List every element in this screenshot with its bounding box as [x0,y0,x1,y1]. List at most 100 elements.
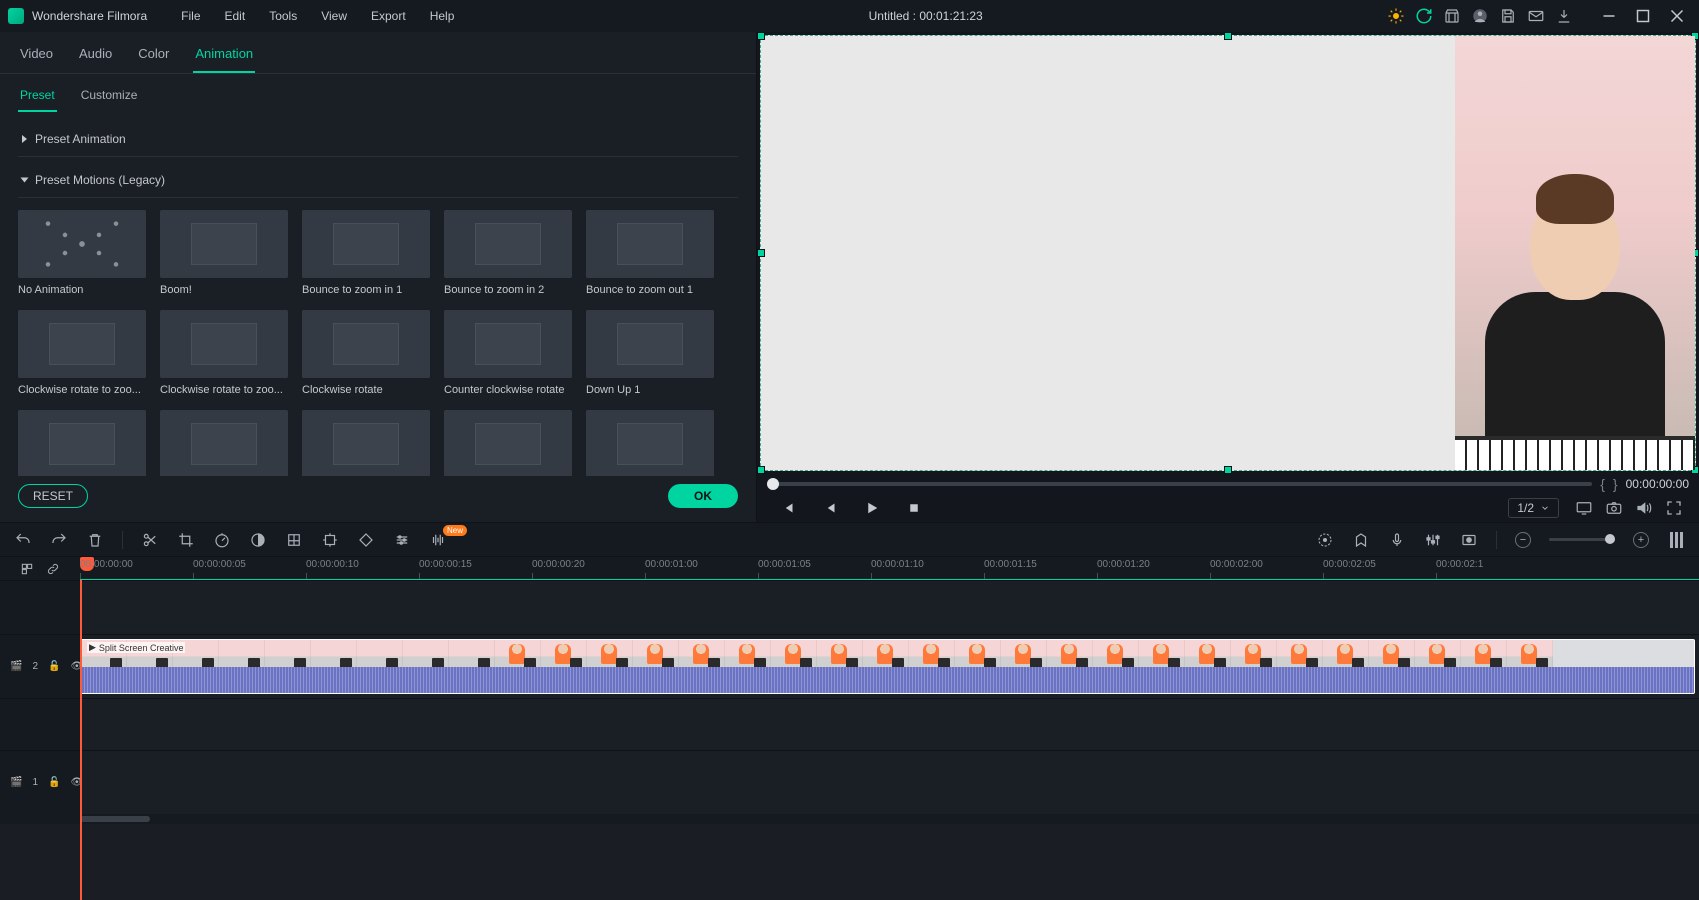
link-icon[interactable] [46,562,60,576]
preset-item[interactable]: Clockwise rotate to zoo... [160,310,288,396]
resize-handle-icon[interactable] [757,249,765,257]
animation-subtabs: Preset Customize [0,74,756,112]
split-icon[interactable] [141,531,159,549]
tab-video[interactable]: Video [18,42,55,73]
ok-button[interactable]: OK [668,484,738,508]
menu-view[interactable]: View [311,5,357,27]
preset-item[interactable]: No Animation [18,210,146,296]
preset-item[interactable]: Clockwise rotate [302,310,430,396]
ruler-tick: 00:00:00:10 [306,559,359,570]
preset-item[interactable]: Fade Slide 4 [586,410,714,476]
scrub-slider[interactable] [767,482,1592,486]
voiceover-icon[interactable] [1388,531,1406,549]
display-icon[interactable] [1575,499,1593,517]
store-icon[interactable] [1443,7,1461,25]
marker-icon[interactable] [1352,531,1370,549]
keyframe-icon[interactable] [357,531,375,549]
track-options-icon[interactable] [20,562,34,576]
preset-item[interactable]: Down Up 2 [18,410,146,476]
window-maximize-button[interactable] [1629,5,1657,27]
download-icon[interactable] [1555,7,1573,25]
adjust-icon[interactable] [393,531,411,549]
subtab-preset[interactable]: Preset [18,86,57,112]
preset-item[interactable]: Down Up 1 [586,310,714,396]
tab-color[interactable]: Color [136,42,171,73]
preview-content [1455,36,1695,470]
preset-label: Clockwise rotate to zoo... [18,384,146,396]
reset-button[interactable]: RESET [18,484,88,508]
stop-button[interactable] [905,499,923,517]
crop-icon[interactable] [177,531,195,549]
preset-item[interactable]: Bounce to zoom out 1 [586,210,714,296]
track-manager-icon[interactable] [1667,531,1685,549]
resize-handle-icon[interactable] [757,32,765,40]
preset-item[interactable]: Boom! [160,210,288,296]
green-screen-icon[interactable] [285,531,303,549]
menu-help[interactable]: Help [420,5,465,27]
play-backward-button[interactable] [821,499,839,517]
undo-icon[interactable] [14,531,32,549]
lock-icon[interactable]: 🔓 [48,777,60,788]
preset-item[interactable]: Fade Slide 2 [302,410,430,476]
record-icon[interactable] [1460,531,1478,549]
chevron-right-icon [22,135,27,143]
resize-handle-icon[interactable] [1224,32,1232,40]
menu-export[interactable]: Export [361,5,416,27]
audio-mixer-icon[interactable] [1424,531,1442,549]
timeline-ruler[interactable]: 00:00:00:0000:00:00:0500:00:00:1000:00:0… [0,556,1699,580]
tab-audio[interactable]: Audio [77,42,114,73]
zoom-in-button[interactable]: + [1633,532,1649,548]
mark-in-icon[interactable]: { [1600,476,1605,492]
resize-handle-icon[interactable] [757,466,765,474]
menu-edit[interactable]: Edit [215,5,256,27]
preset-item[interactable]: Clockwise rotate to zoo... [18,310,146,396]
preview-canvas[interactable] [760,35,1696,471]
preset-item[interactable]: Counter clockwise rotate [444,310,572,396]
zoom-out-button[interactable]: − [1515,532,1531,548]
mark-out-icon[interactable]: } [1613,476,1618,492]
preset-item[interactable]: Bounce to zoom in 1 [302,210,430,296]
audio-stretch-icon[interactable]: New [429,531,447,549]
ruler-tick: 00:00:01:15 [984,559,1037,570]
preset-item[interactable]: Fade Slide 1 [160,410,288,476]
preview-quality-select[interactable]: 1/2 [1508,498,1559,518]
preset-thumb [586,310,714,378]
tab-animation[interactable]: Animation [193,42,255,73]
ruler-tick: 00:00:00:00 [80,559,133,570]
section-preset-motions[interactable]: Preset Motions (Legacy) [18,163,738,198]
speed-icon[interactable] [213,531,231,549]
account-avatar-icon[interactable] [1471,7,1489,25]
section-preset-animation[interactable]: Preset Animation [18,122,738,157]
track-body[interactable]: ▶ Split Screen Creative [80,635,1699,698]
app-name: Wondershare Filmora [32,9,147,23]
zoom-slider[interactable] [1549,538,1615,541]
redo-icon[interactable] [50,531,68,549]
subtab-customize[interactable]: Customize [79,86,140,112]
timeline-clip[interactable]: ▶ Split Screen Creative [80,639,1695,694]
lightbulb-icon[interactable] [1387,7,1405,25]
color-icon[interactable] [249,531,267,549]
play-button[interactable] [863,499,881,517]
timeline-scrollbar[interactable] [0,814,1699,824]
preset-thumb [444,310,572,378]
motion-track-icon[interactable] [321,531,339,549]
track-body[interactable] [80,751,1699,814]
volume-icon[interactable] [1635,499,1653,517]
snapshot-icon[interactable] [1605,499,1623,517]
preset-thumb [18,410,146,476]
resize-handle-icon[interactable] [1224,466,1232,474]
delete-icon[interactable] [86,531,104,549]
window-close-button[interactable] [1663,5,1691,27]
preset-item[interactable]: Bounce to zoom in 2 [444,210,572,296]
mail-icon[interactable] [1527,7,1545,25]
fullscreen-icon[interactable] [1665,499,1683,517]
window-minimize-button[interactable] [1595,5,1623,27]
menu-file[interactable]: File [171,5,210,27]
preset-item[interactable]: Fade Slide 3 [444,410,572,476]
render-icon[interactable] [1316,531,1334,549]
menu-tools[interactable]: Tools [259,5,307,27]
save-icon[interactable] [1499,7,1517,25]
lock-icon[interactable]: 🔓 [48,661,60,672]
sync-icon[interactable] [1415,7,1433,25]
prev-frame-button[interactable] [779,499,797,517]
